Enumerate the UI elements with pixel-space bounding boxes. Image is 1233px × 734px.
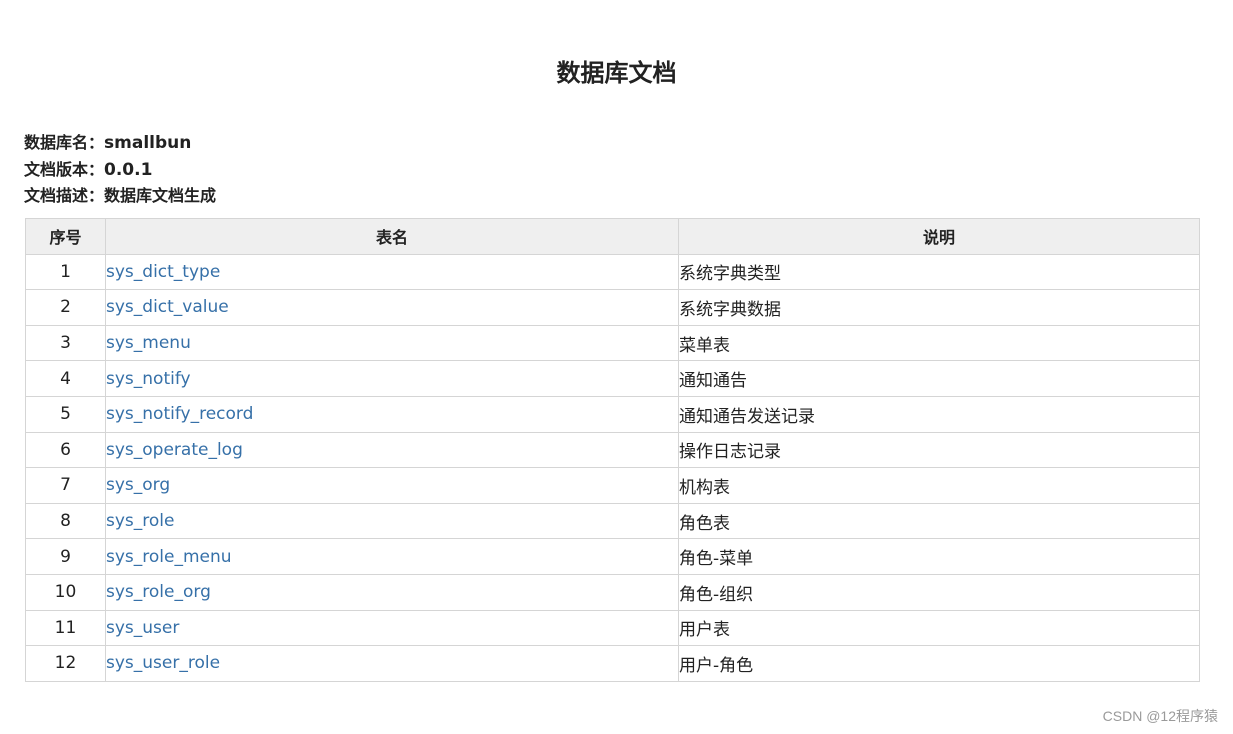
watermark: CSDN @12程序猿 bbox=[1102, 708, 1218, 724]
table-description: 角色-菜单 bbox=[678, 538, 1200, 575]
table-header-row: 序号 表名 说明 bbox=[25, 218, 1200, 255]
version-value: 0.0.1 bbox=[104, 159, 153, 180]
table-row: 12 sys_user_role 用户-角色 bbox=[25, 645, 1200, 682]
db-name-row: 数据库名：smallbun bbox=[24, 130, 216, 157]
row-number: 8 bbox=[25, 502, 106, 540]
table-row: 3 sys_menu 菜单表 bbox=[25, 324, 1200, 362]
table-description: 系统字典类型 bbox=[678, 253, 1200, 291]
table-name-cell: sys_notify_record bbox=[105, 395, 679, 433]
db-name-value: smallbun bbox=[104, 133, 192, 153]
table-description: 通知通告发送记录 bbox=[678, 395, 1200, 433]
row-number: 9 bbox=[25, 538, 106, 575]
row-number: 11 bbox=[25, 609, 106, 647]
table-name-link[interactable]: sys_user bbox=[106, 618, 179, 638]
table-row: 4 sys_notify 通知通告 bbox=[25, 360, 1200, 397]
table-name-cell: sys_role bbox=[105, 502, 679, 540]
table-body: 1 sys_dict_type 系统字典类型 2 sys_dict_value 系统字典数… bbox=[25, 253, 1200, 682]
table-name-cell: sys_dict_type bbox=[105, 253, 679, 291]
table-name-link[interactable]: sys_role_org bbox=[106, 582, 211, 602]
table-row: 11 sys_user 用户表 bbox=[25, 609, 1200, 647]
table-name-link[interactable]: sys_dict_type bbox=[106, 262, 220, 282]
table-name-link[interactable]: sys_operate_log bbox=[106, 440, 243, 460]
row-number: 7 bbox=[25, 467, 106, 504]
table-row: 7 sys_org 机构表 bbox=[25, 467, 1200, 504]
table-name-cell: sys_role_menu bbox=[105, 538, 679, 575]
document-meta: 数据库名：smallbun 文档版本：0.0.1 文档描述：数据库文档生成 bbox=[24, 130, 216, 210]
table-name-link[interactable]: sys_notify bbox=[106, 369, 191, 389]
column-header-desc: 说明 bbox=[678, 218, 1200, 255]
table-description: 通知通告 bbox=[678, 360, 1200, 397]
row-number: 12 bbox=[25, 645, 106, 682]
table-description: 角色表 bbox=[678, 502, 1200, 540]
table-name-cell: sys_operate_log bbox=[105, 431, 679, 469]
row-number: 6 bbox=[25, 431, 106, 469]
table-row: 9 sys_role_menu 角色-菜单 bbox=[25, 538, 1200, 575]
table-row: 6 sys_operate_log 操作日志记录 bbox=[25, 431, 1200, 469]
table-name-link[interactable]: sys_org bbox=[106, 475, 170, 495]
table-description: 用户表 bbox=[678, 609, 1200, 647]
table-description: 菜单表 bbox=[678, 324, 1200, 362]
table-name-cell: sys_dict_value bbox=[105, 289, 679, 326]
row-number: 1 bbox=[25, 253, 106, 291]
table-name-link[interactable]: sys_menu bbox=[106, 333, 191, 353]
row-number: 10 bbox=[25, 573, 106, 611]
table-row: 8 sys_role 角色表 bbox=[25, 502, 1200, 540]
version-row: 文档版本：0.0.1 bbox=[24, 157, 216, 184]
table-row: 2 sys_dict_value 系统字典数据 bbox=[25, 289, 1200, 326]
table-description: 系统字典数据 bbox=[678, 289, 1200, 326]
table-description: 操作日志记录 bbox=[678, 431, 1200, 469]
row-number: 3 bbox=[25, 324, 106, 362]
row-number: 5 bbox=[25, 395, 106, 433]
version-label: 文档版本： bbox=[24, 159, 105, 179]
tables-list: 序号 表名 说明 1 sys_dict_type 系统字典类型 2 sys_dict_v… bbox=[25, 218, 1200, 682]
table-name-link[interactable]: sys_role_menu bbox=[106, 547, 232, 567]
table-name-link[interactable]: sys_user_role bbox=[106, 653, 220, 673]
description-row: 文档描述：数据库文档生成 bbox=[24, 183, 216, 210]
table-name-cell: sys_user bbox=[105, 609, 679, 647]
table-name-link[interactable]: sys_role bbox=[106, 511, 174, 531]
column-header-name: 表名 bbox=[105, 218, 679, 255]
db-name-label: 数据库名： bbox=[24, 133, 105, 152]
page-title: 数据库文档 bbox=[556, 59, 677, 87]
table-name-cell: sys_user_role bbox=[105, 645, 679, 682]
table-row: 1 sys_dict_type 系统字典类型 bbox=[25, 253, 1200, 291]
table-name-link[interactable]: sys_dict_value bbox=[106, 297, 229, 317]
column-header-no: 序号 bbox=[25, 218, 106, 255]
table-description: 角色-组织 bbox=[678, 573, 1200, 611]
table-description: 用户-角色 bbox=[678, 645, 1200, 682]
row-number: 4 bbox=[25, 360, 106, 397]
table-name-cell: sys_role_org bbox=[105, 573, 679, 611]
table-name-cell: sys_org bbox=[105, 467, 679, 504]
description-label: 文档描述： bbox=[24, 186, 105, 205]
table-name-cell: sys_notify bbox=[105, 360, 679, 397]
table-name-link[interactable]: sys_notify_record bbox=[106, 404, 253, 424]
table-row: 5 sys_notify_record 通知通告发送记录 bbox=[25, 395, 1200, 433]
table-row: 10 sys_role_org 角色-组织 bbox=[25, 573, 1200, 611]
row-number: 2 bbox=[25, 289, 106, 326]
description-value: 数据库文档生成 bbox=[104, 186, 217, 205]
table-name-cell: sys_menu bbox=[105, 324, 679, 362]
table-description: 机构表 bbox=[678, 467, 1200, 504]
